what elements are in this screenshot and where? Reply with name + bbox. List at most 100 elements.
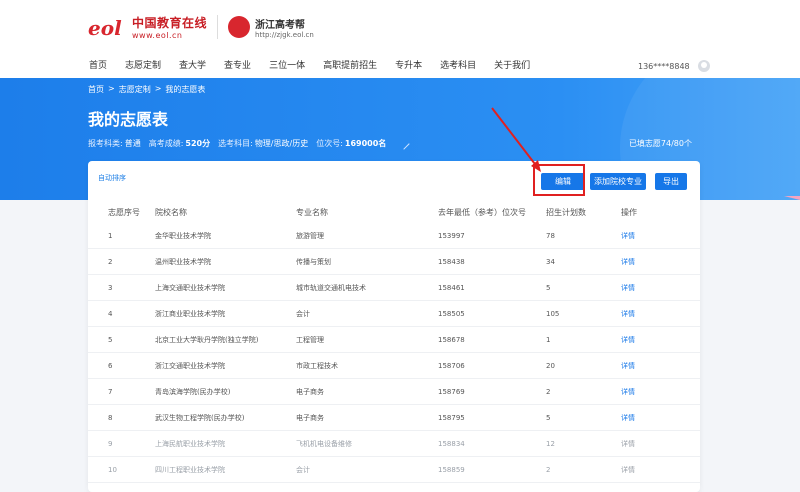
cell-major: 会计	[296, 309, 310, 318]
rank-label: 位次号:	[316, 139, 343, 148]
top-header: eol 中国教育在线 www.eol.cn 浙江高考帮 http://zjgk.…	[0, 0, 800, 78]
cell-plan: 1	[546, 335, 551, 344]
nav-home[interactable]: 首页	[89, 56, 107, 76]
table-row: 4 浙江商业职业技术学院 会计 158505 105 详情	[88, 301, 700, 327]
brand-divider	[217, 15, 219, 39]
type-value: 普通	[124, 139, 141, 148]
cell-no: 9	[108, 439, 113, 448]
cell-plan: 2	[546, 465, 551, 474]
add-school-major-button[interactable]: 添加院校专业	[590, 173, 646, 190]
detail-link[interactable]: 详情	[621, 301, 700, 326]
table-row: 1 金华职业技术学院 旅游管理 153997 78 详情	[88, 223, 700, 249]
detail-link[interactable]: 详情	[621, 379, 700, 404]
main-nav: 首页 志愿定制 查大学 查专业 三位一体 高职提前招生 专升本 选考科目 关于我…	[80, 56, 539, 76]
col-major: 专业名称	[296, 207, 328, 217]
brand-text: 中国教育在线 www.eol.cn	[132, 14, 207, 40]
cell-major: 传播与策划	[296, 257, 331, 266]
cell-school: 上海交通职业技术学院	[155, 283, 225, 292]
detail-link[interactable]: 详情	[621, 431, 700, 456]
crumb-sep: >	[154, 84, 162, 93]
nav-major[interactable]: 查专业	[224, 56, 251, 76]
detail-link[interactable]: 详情	[621, 275, 700, 300]
cell-rank: 158834	[438, 439, 465, 448]
detail-link[interactable]: 详情	[621, 457, 700, 482]
brand-url: www.eol.cn	[132, 31, 183, 40]
cell-plan: 2	[546, 387, 551, 396]
cell-major: 电子商务	[296, 413, 324, 422]
partner-url: http://zjgk.eol.cn	[255, 30, 314, 39]
cell-plan: 5	[546, 283, 551, 292]
subjects-label: 选考科目:	[218, 139, 253, 148]
crumb-home[interactable]: 首页	[88, 84, 104, 95]
nav-university[interactable]: 查大学	[179, 56, 206, 76]
table-row: 8 武汉生物工程学院(民办学校) 电子商务 158795 5 详情	[88, 405, 700, 431]
rank-value: 169000名	[344, 139, 387, 148]
user-phone: 136****8848	[638, 61, 690, 71]
cell-school: 金华职业技术学院	[155, 231, 211, 240]
detail-link[interactable]: 详情	[621, 249, 700, 274]
nav-subjects[interactable]: 选考科目	[440, 56, 476, 76]
cell-school: 浙江商业职业技术学院	[155, 309, 225, 318]
cell-rank: 158678	[438, 335, 465, 344]
cell-plan: 20	[546, 361, 555, 370]
nav-custom[interactable]: 志愿定制	[125, 56, 161, 76]
cell-school: 上海民航职业技术学院	[155, 439, 225, 448]
cell-school: 北京工业大学耿丹学院(独立学院)	[155, 335, 259, 344]
cell-no: 8	[108, 413, 113, 422]
avatar-icon[interactable]	[697, 60, 710, 72]
auto-sort-link[interactable]: 自动排序	[98, 173, 126, 183]
cell-major: 旅游管理	[296, 231, 324, 240]
cell-major: 工程管理	[296, 335, 324, 344]
detail-link[interactable]: 详情	[621, 353, 700, 378]
score-value: 520分	[185, 139, 211, 148]
cell-no: 6	[108, 361, 113, 370]
cell-plan: 78	[546, 231, 555, 240]
crumb-custom[interactable]: 志愿定制	[119, 84, 151, 95]
score-label: 高考成绩:	[148, 139, 184, 148]
table-header: 志愿序号 院校名称 专业名称 去年最低（参考）位次号 招生计划数 操作	[88, 201, 700, 223]
cell-rank: 158505	[438, 309, 465, 318]
cell-school: 青岛滨海学院(民办学校)	[155, 387, 231, 396]
cell-no: 2	[108, 257, 113, 266]
cell-major: 飞机机电设备维修	[296, 439, 352, 448]
page-title: 我的志愿表	[88, 110, 169, 129]
detail-link[interactable]: 详情	[621, 327, 700, 352]
edit-highlight-box	[533, 164, 585, 196]
cell-no: 1	[108, 231, 113, 240]
cell-rank: 158461	[438, 283, 465, 292]
nav-upgrade[interactable]: 专升本	[395, 56, 422, 76]
zjgk-logo-icon	[228, 16, 251, 38]
col-rank: 去年最低（参考）位次号	[438, 207, 526, 217]
partner-text: 浙江高考帮 http://zjgk.eol.cn	[255, 16, 314, 39]
table-row: 5 北京工业大学耿丹学院(独立学院) 工程管理 158678 1 详情	[88, 327, 700, 353]
cell-plan: 34	[546, 257, 555, 266]
table-row: 2 温州职业技术学院 传播与策划 158438 34 详情	[88, 249, 700, 275]
user-account[interactable]: 136****8848	[638, 60, 710, 72]
nav-vocational-early[interactable]: 高职提前招生	[323, 56, 377, 76]
table-row: 7 青岛滨海学院(民办学校) 电子商务 158769 2 详情	[88, 379, 700, 405]
nav-about[interactable]: 关于我们	[494, 56, 530, 76]
table-row: 9 上海民航职业技术学院 飞机机电设备维修 158834 12 详情	[88, 431, 700, 457]
detail-link[interactable]: 详情	[621, 405, 700, 430]
type-label: 报考科类:	[88, 139, 123, 148]
cell-rank: 158706	[438, 361, 465, 370]
table-row: 3 上海交通职业技术学院 城市轨道交通机电技术 158461 5 详情	[88, 275, 700, 301]
exam-info: 报考科类: 普通 高考成绩: 520分 选考科目: 物理/思政/历史 位次号: …	[88, 138, 410, 150]
nav-three-in-one[interactable]: 三位一体	[269, 56, 305, 76]
brand[interactable]: eol 中国教育在线 www.eol.cn 浙江高考帮 http://zjgk.…	[88, 14, 314, 40]
cell-no: 4	[108, 309, 113, 318]
cell-major: 会计	[296, 465, 310, 474]
cell-school: 温州职业技术学院	[155, 257, 211, 266]
cell-school: 武汉生物工程学院(民办学校)	[155, 413, 245, 422]
cell-rank: 153997	[438, 231, 465, 240]
col-plan: 招生计划数	[546, 207, 586, 217]
col-op: 操作	[621, 207, 637, 217]
edit-pencil-icon[interactable]	[398, 138, 410, 150]
export-button[interactable]: 导出	[655, 173, 687, 190]
cell-major: 电子商务	[296, 387, 324, 396]
detail-link[interactable]: 详情	[621, 223, 700, 248]
edge-decoration	[784, 196, 800, 200]
eol-logo-text: eol	[88, 16, 122, 40]
col-no: 志愿序号	[108, 207, 140, 217]
cell-rank: 158859	[438, 465, 465, 474]
